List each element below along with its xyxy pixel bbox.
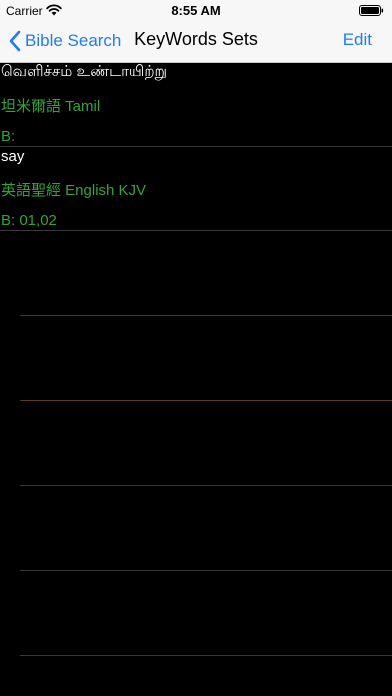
keyword-set-language: 坦米爾語 Tamil <box>1 98 101 115</box>
battery-icon <box>359 5 384 16</box>
keyword-set-language: 英語聖經 English KJV <box>1 182 147 199</box>
keyword-set-row[interactable]: வெளிச்சம் உண்டாயிற்று 坦米爾語 Tamil B: <box>0 63 392 147</box>
keyword-sets-list[interactable]: வெளிச்சம் உண்டாயிற்று 坦米爾語 Tamil B: say … <box>0 63 392 696</box>
keyword-set-books: B: 01,02 <box>1 212 57 229</box>
edit-button[interactable]: Edit <box>343 30 372 50</box>
row-separator <box>20 400 392 401</box>
status-bar: Carrier 8:55 AM <box>0 0 392 20</box>
keyword-set-row[interactable]: say 英語聖經 English KJV B: 01,02 <box>0 147 392 231</box>
status-time: 8:55 AM <box>171 3 221 18</box>
row-separator <box>20 655 392 656</box>
keyword-set-books: B: <box>1 128 16 145</box>
row-separator <box>20 485 392 486</box>
page-title: KeyWords Sets <box>134 29 258 49</box>
row-separator <box>20 570 392 571</box>
row-separator <box>20 315 392 316</box>
row-separator <box>0 230 392 231</box>
top-chrome: Carrier 8:55 AM Bible Search KeyWords Se… <box>0 0 392 63</box>
keyword-set-keywords: வெளிச்சம் உண்டாயிற்று <box>1 63 168 80</box>
keyword-set-keywords: say <box>1 148 25 165</box>
navigation-bar: Bible Search KeyWords Sets Edit <box>0 20 392 62</box>
